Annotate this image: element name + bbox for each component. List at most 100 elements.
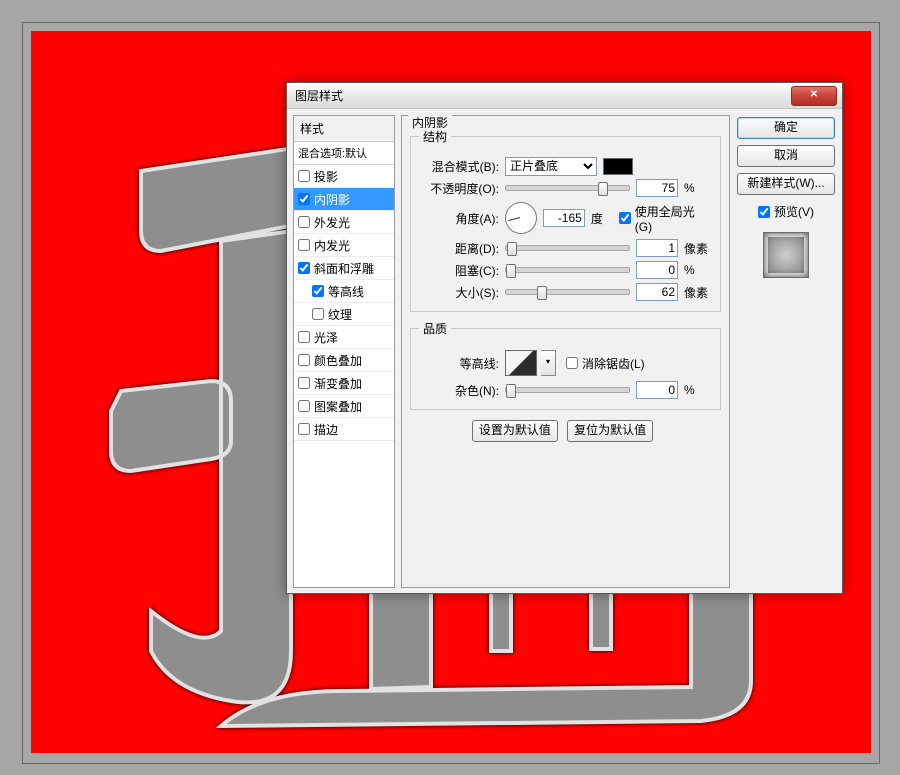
angle-row: 角度(A): 度 使用全局光(G) (419, 201, 712, 235)
dialog-titlebar[interactable]: 图层样式 ✕ (287, 83, 842, 109)
style-item-contour[interactable]: 等高线 (294, 280, 394, 303)
contour-picker[interactable] (505, 350, 537, 376)
blend-mode-row: 混合模式(B): 正片叠底 (419, 157, 712, 175)
close-button[interactable]: ✕ (791, 86, 837, 106)
angle-dial[interactable] (505, 202, 537, 234)
preview-checkbox[interactable] (758, 206, 770, 218)
style-item-checkbox[interactable] (298, 331, 310, 343)
style-item-pat_overlay[interactable]: 图案叠加 (294, 395, 394, 418)
style-item-checkbox[interactable] (298, 377, 310, 389)
style-item-label: 斜面和浮雕 (314, 260, 374, 277)
blend-options-label: 混合选项:默认 (298, 145, 367, 161)
styles-list-header[interactable]: 样式 (294, 116, 394, 142)
reset-default-button[interactable]: 复位为默认值 (567, 420, 653, 442)
opacity-slider[interactable] (505, 185, 630, 191)
angle-input[interactable] (543, 209, 585, 227)
style-item-checkbox[interactable] (298, 354, 310, 366)
style-item-checkbox[interactable] (298, 193, 310, 205)
style-item-texture[interactable]: 纹理 (294, 303, 394, 326)
dialog-buttons-column: 确定 取消 新建样式(W)... 预览(V) (736, 115, 836, 588)
size-input[interactable] (636, 283, 678, 301)
style-item-checkbox[interactable] (298, 170, 310, 182)
opacity-input[interactable] (636, 179, 678, 197)
style-item-grad_overlay[interactable]: 渐变叠加 (294, 372, 394, 395)
noise-input[interactable] (636, 381, 678, 399)
size-label: 大小(S): (419, 284, 505, 301)
quality-group: 品质 等高线: ▾ 消除锯齿(L) 杂色(N): % (410, 320, 721, 410)
distance-slider[interactable] (505, 245, 630, 251)
style-item-drop_shadow[interactable]: 投影 (294, 165, 394, 188)
style-item-checkbox[interactable] (298, 239, 310, 251)
style-item-label: 描边 (314, 421, 338, 438)
antialias-label: 消除锯齿(L) (582, 355, 645, 372)
size-slider[interactable] (505, 289, 630, 295)
style-item-outer_glow[interactable]: 外发光 (294, 211, 394, 234)
blend-options-row[interactable]: 混合选项:默认 (294, 142, 394, 165)
choke-input[interactable] (636, 261, 678, 279)
close-icon: ✕ (810, 89, 818, 100)
style-item-label: 颜色叠加 (314, 352, 362, 369)
style-item-label: 图案叠加 (314, 398, 362, 415)
choke-slider[interactable] (505, 267, 630, 273)
blend-mode-label: 混合模式(B): (419, 158, 505, 175)
size-row: 大小(S): 像素 (419, 283, 712, 301)
blend-mode-select[interactable]: 正片叠底 (505, 157, 597, 176)
style-item-checkbox[interactable] (298, 262, 310, 274)
make-default-button[interactable]: 设置为默认值 (472, 420, 558, 442)
noise-slider[interactable] (505, 387, 630, 393)
choke-row: 阻塞(C): % (419, 261, 712, 279)
style-item-satin[interactable]: 光泽 (294, 326, 394, 349)
style-item-inner_shadow[interactable]: 内阴影 (294, 188, 394, 211)
structure-legend: 结构 (419, 128, 451, 145)
style-item-checkbox[interactable] (312, 285, 324, 297)
preview-swatch (763, 232, 809, 278)
noise-row: 杂色(N): % (419, 381, 712, 399)
distance-row: 距离(D): 像素 (419, 239, 712, 257)
style-item-label: 渐变叠加 (314, 375, 362, 392)
contour-dropdown-button[interactable]: ▾ (541, 350, 556, 376)
antialias-checkbox[interactable] (566, 357, 578, 369)
structure-group: 结构 混合模式(B): 正片叠底 不透明度(O): % (410, 128, 721, 312)
preview-label: 预览(V) (774, 203, 814, 220)
style-item-label: 纹理 (328, 306, 352, 323)
opacity-label: 不透明度(O): (419, 180, 505, 197)
distance-input[interactable] (636, 239, 678, 257)
choke-label: 阻塞(C): (419, 262, 505, 279)
style-item-checkbox[interactable] (298, 216, 310, 228)
styles-list: 样式 混合选项:默认 投影内阴影外发光内发光斜面和浮雕等高线纹理光泽颜色叠加渐变… (293, 115, 395, 588)
style-item-label: 外发光 (314, 214, 350, 231)
style-item-checkbox[interactable] (298, 400, 310, 412)
angle-unit: 度 (591, 210, 619, 227)
style-item-label: 投影 (314, 168, 338, 185)
style-item-label: 内发光 (314, 237, 350, 254)
style-item-label: 等高线 (328, 283, 364, 300)
cancel-button[interactable]: 取消 (737, 145, 835, 167)
opacity-row: 不透明度(O): % (419, 179, 712, 197)
contour-row: 等高线: ▾ 消除锯齿(L) (419, 349, 712, 377)
distance-label: 距离(D): (419, 240, 505, 257)
dialog-body: 样式 混合选项:默认 投影内阴影外发光内发光斜面和浮雕等高线纹理光泽颜色叠加渐变… (287, 109, 842, 594)
style-item-checkbox[interactable] (298, 423, 310, 435)
settings-panel: 内阴影 结构 混合模式(B): 正片叠底 不透明度(O): % (401, 115, 730, 588)
layer-style-dialog: 图层样式 ✕ 样式 混合选项:默认 投影内阴影外发光内发光斜面和浮雕等高线纹理光… (286, 82, 843, 594)
use-global-light-checkbox[interactable] (619, 212, 631, 224)
ok-button[interactable]: 确定 (737, 117, 835, 139)
defaults-row: 设置为默认值 复位为默认值 (410, 420, 721, 442)
style-item-bevel_emboss[interactable]: 斜面和浮雕 (294, 257, 394, 280)
distance-unit: 像素 (684, 240, 712, 257)
opacity-unit: % (684, 181, 712, 195)
preview-row: 预览(V) (758, 203, 814, 220)
style-item-label: 光泽 (314, 329, 338, 346)
style-item-stroke[interactable]: 描边 (294, 418, 394, 441)
shadow-color-swatch[interactable] (603, 158, 633, 175)
style-item-color_overlay[interactable]: 颜色叠加 (294, 349, 394, 372)
noise-label: 杂色(N): (419, 382, 505, 399)
angle-label: 角度(A): (419, 210, 505, 227)
dialog-title: 图层样式 (295, 87, 343, 104)
contour-label: 等高线: (419, 355, 505, 372)
new-style-button[interactable]: 新建样式(W)... (737, 173, 835, 195)
use-global-light-label: 使用全局光(G) (635, 203, 712, 234)
style-item-checkbox[interactable] (312, 308, 324, 320)
style-item-inner_glow[interactable]: 内发光 (294, 234, 394, 257)
style-item-label: 内阴影 (314, 191, 350, 208)
